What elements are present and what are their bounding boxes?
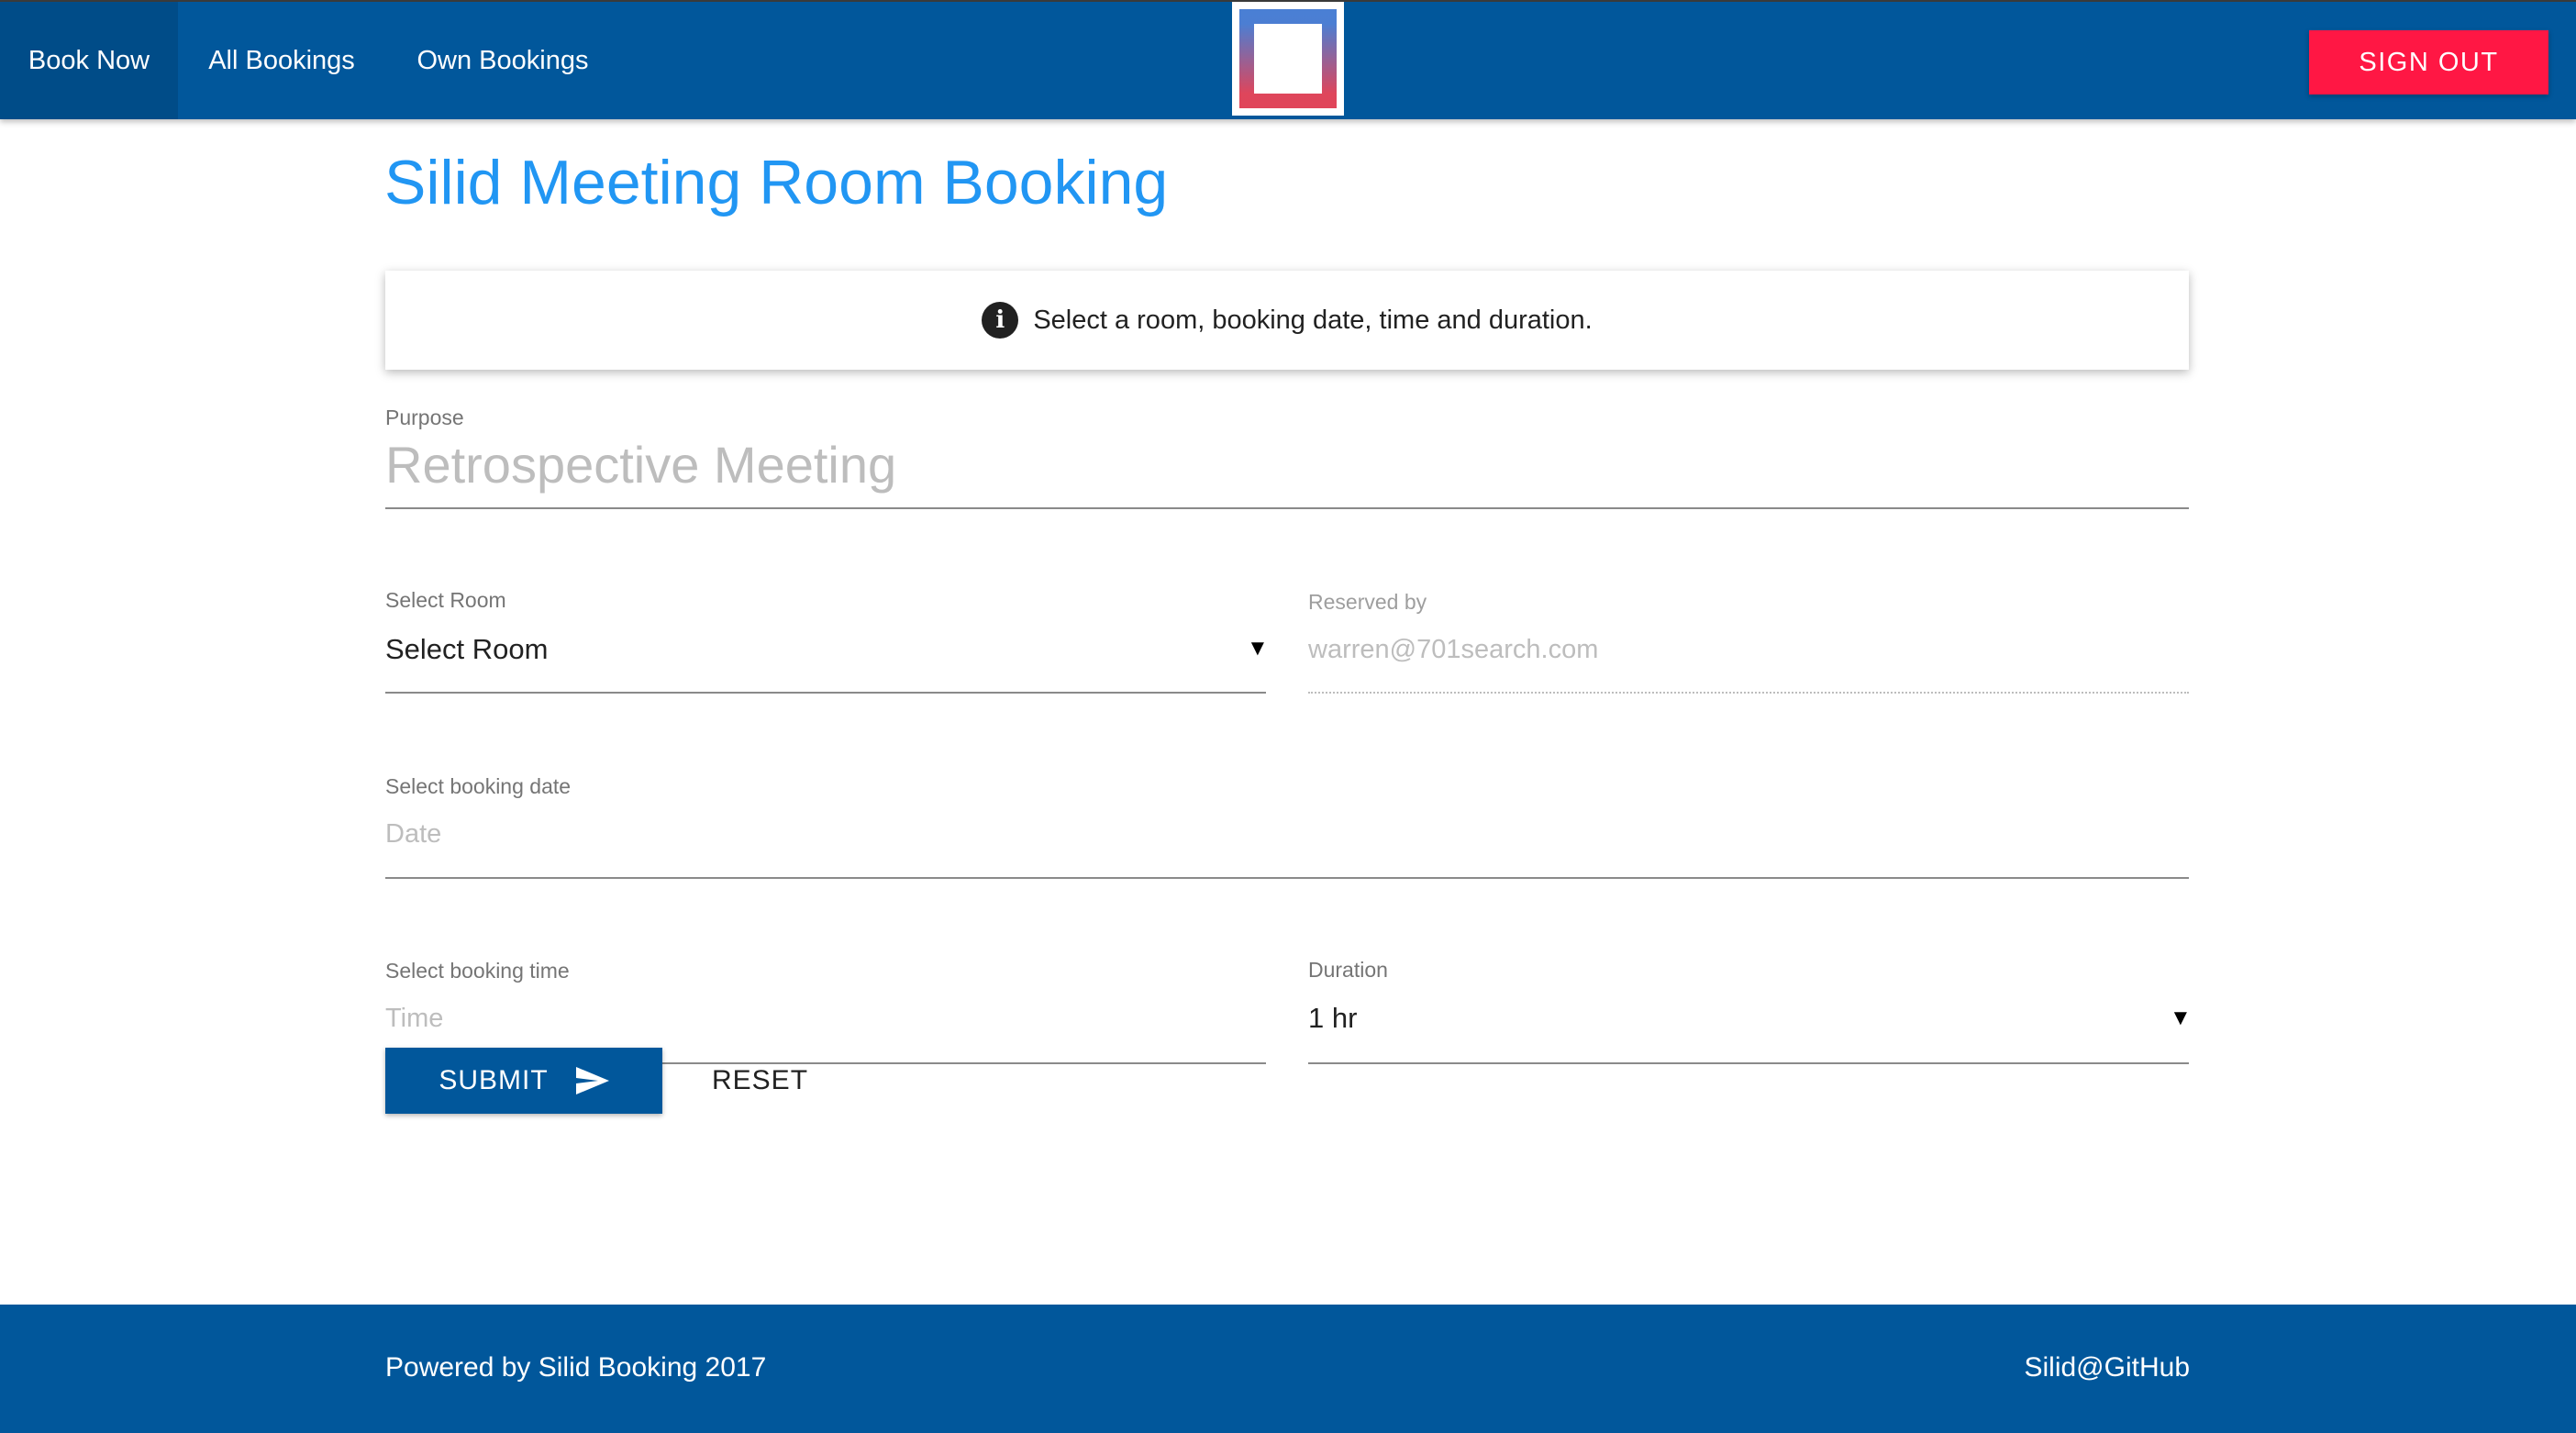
date-label: Select booking date <box>385 774 572 798</box>
submit-button[interactable]: SUBMIT <box>385 1048 662 1114</box>
duration-underline <box>1308 1062 2189 1064</box>
main-content: Silid Meeting Room Booking i Select a ro… <box>0 119 2576 1305</box>
reserved-by-field: warren@701search.com <box>1308 635 1599 664</box>
reset-button[interactable]: RESET <box>712 1048 808 1114</box>
nav-all-bookings[interactable]: All Bookings <box>178 2 385 119</box>
footer-github-link[interactable]: Silid@GitHub <box>2024 1352 2190 1383</box>
duration-caret-down-icon[interactable]: ▼ <box>2170 1005 2192 1031</box>
purpose-underline <box>385 507 2189 509</box>
time-input[interactable]: Time <box>385 1004 443 1034</box>
send-icon <box>575 1067 609 1094</box>
reserved-by-underline <box>1308 692 2189 694</box>
sign-out-button[interactable]: SIGN OUT <box>2309 30 2548 94</box>
info-panel: i Select a room, booking date, time and … <box>385 271 2189 370</box>
info-message: Select a room, booking date, time and du… <box>1033 305 1593 335</box>
purpose-label: Purpose <box>385 405 464 429</box>
submit-label: SUBMIT <box>439 1065 549 1095</box>
app-logo[interactable] <box>1232 2 1344 116</box>
date-input[interactable]: Date <box>385 819 441 850</box>
time-label: Select booking time <box>385 959 570 983</box>
logo-square-icon <box>1239 9 1337 108</box>
footer: Powered by Silid Booking 2017 Silid@GitH… <box>0 1305 2576 1433</box>
room-caret-down-icon[interactable]: ▼ <box>1247 636 1269 661</box>
date-underline <box>385 877 2189 879</box>
info-circle-icon: i <box>982 302 1019 339</box>
purpose-input[interactable]: Retrospective Meeting <box>385 435 896 494</box>
reserved-by-label: Reserved by <box>1308 590 1427 614</box>
nav-book-now[interactable]: Book Now <box>0 2 178 119</box>
room-select[interactable]: Select Room <box>385 633 548 666</box>
duration-label: Duration <box>1308 958 1388 982</box>
duration-select[interactable]: 1 hr <box>1308 1002 1357 1035</box>
page-title: Silid Meeting Room Booking <box>384 148 1169 217</box>
room-underline <box>385 692 1266 694</box>
footer-powered-by: Powered by Silid Booking 2017 <box>385 1352 767 1383</box>
top-navbar: Book Now All Bookings Own Bookings SIGN … <box>0 0 2576 119</box>
nav-own-bookings[interactable]: Own Bookings <box>385 2 620 119</box>
room-label: Select Room <box>385 588 506 612</box>
